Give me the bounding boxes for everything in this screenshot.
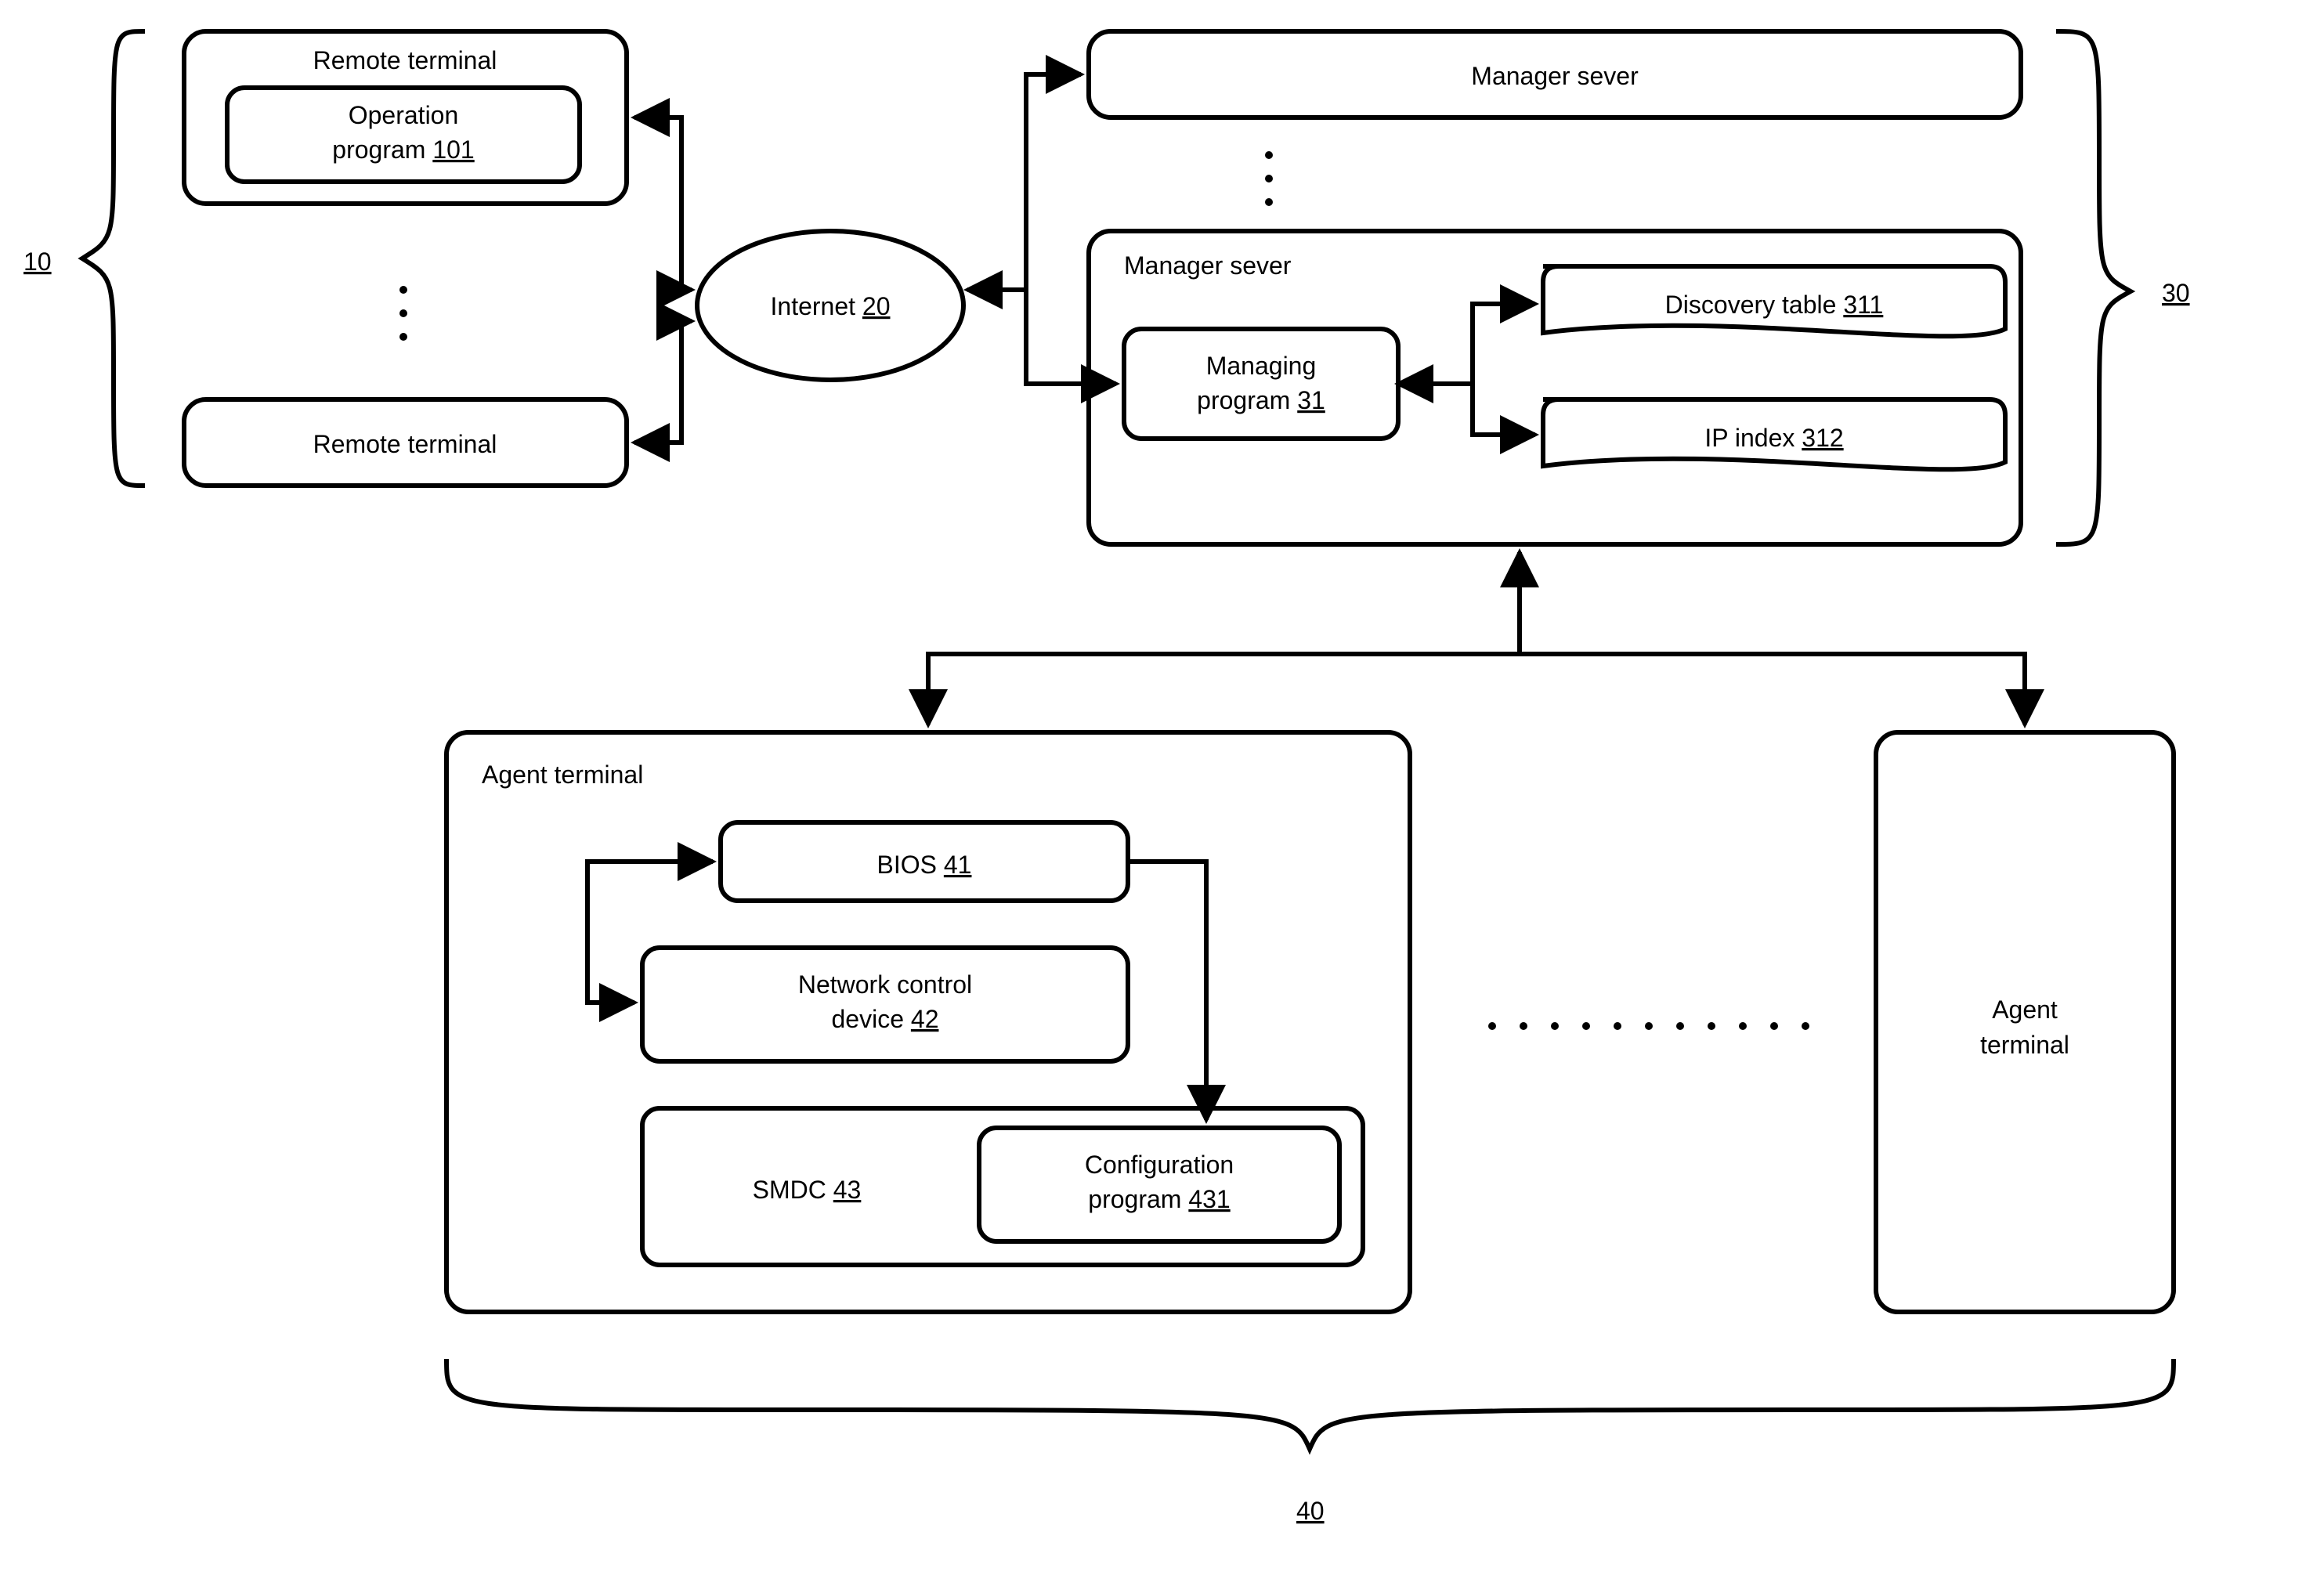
internet-node: Internet 20 (697, 231, 963, 380)
manager-server-2-title: Manager sever (1124, 251, 1292, 280)
remote-terminal-1: Remote terminal Operation program 101 (184, 31, 627, 204)
config-program-line2: program 431 (1088, 1185, 1230, 1213)
group-10-brace: 10 (23, 31, 145, 486)
manager-server-1: Manager sever (1089, 31, 2021, 117)
system-architecture-diagram: Remote terminal Operation program 101 Re… (0, 0, 2324, 1579)
agent-terminal-2: Agent terminal (1876, 732, 2174, 1312)
arrow-ms2-agent2 (1520, 654, 2025, 724)
remote-terminal-1-title: Remote terminal (313, 46, 497, 74)
remote-terminal-2: Remote terminal (184, 399, 627, 486)
discovery-table-doc: Discovery table 311 (1543, 266, 2005, 336)
remote-terminals-ellipsis (399, 286, 407, 341)
managing-program-line2: program 31 (1197, 386, 1325, 414)
arrow-ms2-agent1 (928, 552, 1520, 724)
internet-label: Internet 20 (771, 292, 891, 320)
arrow-rt1-internet (634, 117, 692, 290)
operation-program-line2: program 101 (332, 135, 474, 164)
config-program-line1: Configuration (1085, 1151, 1234, 1179)
remote-terminal-2-title: Remote terminal (313, 430, 497, 458)
arrow-internet-ms1 (967, 74, 1081, 290)
group-40-label: 40 (1296, 1497, 1325, 1525)
agent-terminal-1: Agent terminal BIOS 41 Network control d… (446, 732, 1410, 1312)
netctrl-line1: Network control (798, 970, 972, 999)
arrow-rt2-internet (634, 321, 692, 443)
discovery-table-label: Discovery table 311 (1665, 291, 1884, 319)
group-30-label: 30 (2162, 279, 2190, 307)
agent-terminal-1-title: Agent terminal (482, 761, 643, 789)
arrow-internet-ms2 (1026, 290, 1116, 384)
agent-terminals-ellipsis (1488, 1022, 1809, 1030)
managing-program-line1: Managing (1206, 352, 1317, 380)
group-40-brace: 40 (446, 1359, 2174, 1525)
smdc-label: SMDC 43 (753, 1176, 862, 1204)
group-10-label: 10 (23, 248, 52, 276)
ip-index-label: IP index 312 (1704, 424, 1843, 452)
group-30-brace: 30 (2056, 31, 2190, 544)
agent-terminal-2-line2: terminal (1980, 1031, 2069, 1059)
manager-server-1-title: Manager sever (1471, 62, 1639, 90)
manager-server-2: Manager sever Managing program 31 Discov… (1089, 231, 2021, 544)
manager-servers-ellipsis (1265, 151, 1273, 206)
bios-label: BIOS 41 (877, 851, 972, 879)
ip-index-doc: IP index 312 (1543, 399, 2005, 469)
netctrl-line2: device 42 (832, 1005, 939, 1033)
agent-terminal-2-line1: Agent (1992, 995, 2058, 1024)
operation-program-line1: Operation (349, 101, 459, 129)
